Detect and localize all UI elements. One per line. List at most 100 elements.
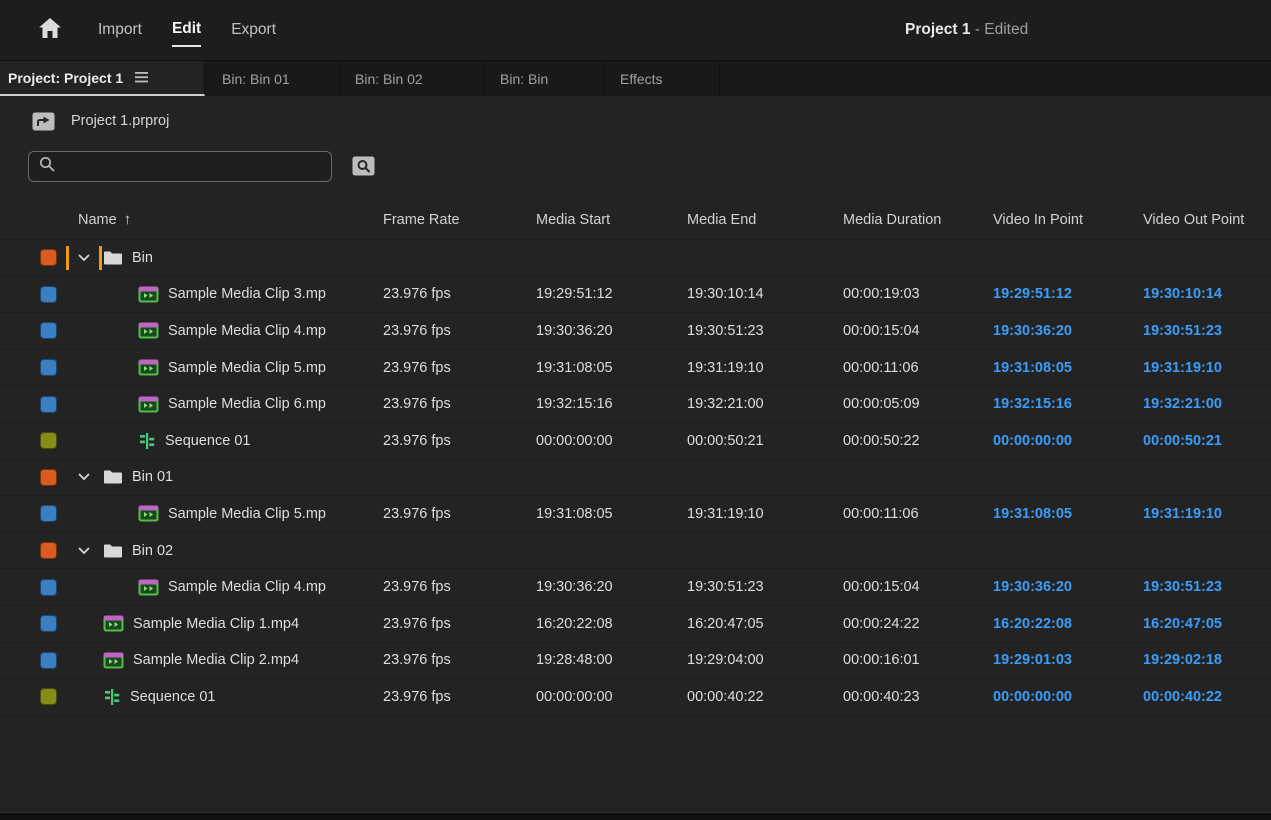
item-name[interactable]: Bin 01 (132, 469, 173, 485)
expand-chevron-icon[interactable] (69, 539, 99, 563)
item-name[interactable]: Sample Media Clip 5.mp (168, 506, 326, 522)
video-out-point-cell[interactable]: 19:31:19:10 (1143, 506, 1271, 522)
tab-bin-bin-02[interactable]: Bin: Bin 02 (340, 61, 485, 96)
label-color-chip[interactable] (40, 542, 57, 559)
bin-row[interactable]: Bin (0, 240, 1271, 277)
tab-bin-bin[interactable]: Bin: Bin (485, 61, 605, 96)
column-header-media-start[interactable]: Media Start (536, 212, 687, 228)
tab-edit[interactable]: Edit (172, 14, 201, 47)
video-in-point-cell[interactable]: 19:29:01:03 (993, 652, 1143, 668)
find-in-bin-icon[interactable] (352, 156, 375, 176)
label-color-chip[interactable] (40, 249, 57, 266)
tab-effects[interactable]: Effects (605, 61, 720, 96)
item-name[interactable]: Sample Media Clip 6.mp (168, 396, 326, 412)
bin-icon (103, 250, 123, 266)
sequence-row[interactable]: Sequence 0123.976 fps00:00:00:0000:00:40… (0, 679, 1271, 716)
video-out-point-cell[interactable]: 19:32:21:00 (1143, 396, 1271, 412)
bin-row[interactable]: Bin 02 (0, 533, 1271, 570)
video-in-point-cell[interactable]: 19:30:36:20 (993, 323, 1143, 339)
item-name[interactable]: Sequence 01 (130, 689, 215, 705)
item-name[interactable]: Sample Media Clip 3.mp (168, 286, 326, 302)
clip-row[interactable]: Sample Media Clip 4.mp23.976 fps19:30:36… (0, 313, 1271, 350)
label-color-chip[interactable] (40, 322, 57, 339)
expand-chevron-icon[interactable] (69, 246, 99, 270)
column-header-name[interactable]: Name ↑ (0, 211, 383, 228)
media-end-cell: 19:30:10:14 (687, 286, 843, 302)
label-color-chip[interactable] (40, 396, 57, 413)
video-out-point-cell[interactable]: 19:30:10:14 (1143, 286, 1271, 302)
item-name[interactable]: Sample Media Clip 2.mp4 (133, 652, 299, 668)
media-duration-cell: 00:00:11:06 (843, 360, 993, 376)
media-start-cell: 00:00:00:00 (536, 433, 687, 449)
video-out-point-cell[interactable]: 19:30:51:23 (1143, 323, 1271, 339)
video-in-point-cell[interactable]: 19:29:51:12 (993, 286, 1143, 302)
clip-row[interactable]: Sample Media Clip 2.mp423.976 fps19:28:4… (0, 643, 1271, 680)
chevron-spacer (69, 612, 99, 636)
column-header-video-in-point[interactable]: Video In Point (993, 212, 1143, 228)
item-name[interactable]: Sample Media Clip 4.mp (168, 323, 326, 339)
home-button[interactable] (38, 18, 64, 42)
media-duration-cell: 00:00:15:04 (843, 579, 993, 595)
video-out-point-cell[interactable]: 00:00:50:21 (1143, 433, 1271, 449)
breadcrumb[interactable]: Project 1.prproj (71, 113, 169, 129)
media-start-cell: 19:29:51:12 (536, 286, 687, 302)
clip-row[interactable]: Sample Media Clip 1.mp423.976 fps16:20:2… (0, 606, 1271, 643)
video-out-point-cell[interactable]: 00:00:40:22 (1143, 689, 1271, 705)
item-name[interactable]: Bin 02 (132, 543, 173, 559)
video-in-point-cell[interactable]: 00:00:00:00 (993, 433, 1143, 449)
tab-import[interactable]: Import (98, 15, 142, 46)
column-header-media-duration[interactable]: Media Duration (843, 212, 993, 228)
column-header-frame-rate[interactable]: Frame Rate (383, 212, 536, 228)
clip-row[interactable]: Sample Media Clip 5.mp23.976 fps19:31:08… (0, 350, 1271, 387)
video-in-point-cell[interactable]: 19:31:08:05 (993, 506, 1143, 522)
video-in-point-cell[interactable]: 00:00:00:00 (993, 689, 1143, 705)
media-end-cell: 19:32:21:00 (687, 396, 843, 412)
item-name[interactable]: Bin (132, 250, 153, 266)
tab-export[interactable]: Export (231, 15, 276, 46)
item-name[interactable]: Sample Media Clip 1.mp4 (133, 616, 299, 632)
tab-project-project-1[interactable]: Project: Project 1 (0, 61, 205, 96)
label-color-chip[interactable] (40, 505, 57, 522)
chevron-spacer (69, 685, 99, 709)
label-color-chip[interactable] (40, 652, 57, 669)
video-out-point-cell[interactable]: 19:29:02:18 (1143, 652, 1271, 668)
column-header-video-out-point[interactable]: Video Out Point (1143, 212, 1271, 228)
panel-menu-icon[interactable] (135, 72, 148, 83)
tab-bin-bin-01[interactable]: Bin: Bin 01 (205, 61, 340, 96)
name-cell: Sample Media Clip 4.mp (0, 575, 383, 599)
search-input[interactable] (63, 158, 321, 174)
navigate-up-icon[interactable] (32, 112, 55, 131)
chevron-spacer (69, 356, 99, 380)
item-name[interactable]: Sample Media Clip 5.mp (168, 360, 326, 376)
video-in-point-cell[interactable]: 16:20:22:08 (993, 616, 1143, 632)
item-name[interactable]: Sample Media Clip 4.mp (168, 579, 326, 595)
clip-row[interactable]: Sample Media Clip 3.mp23.976 fps19:29:51… (0, 277, 1271, 314)
label-color-chip[interactable] (40, 688, 57, 705)
clip-row[interactable]: Sample Media Clip 6.mp23.976 fps19:32:15… (0, 386, 1271, 423)
video-out-point-cell[interactable]: 16:20:47:05 (1143, 616, 1271, 632)
video-in-point-cell[interactable]: 19:30:36:20 (993, 579, 1143, 595)
item-name[interactable]: Sequence 01 (165, 433, 250, 449)
column-header-media-end[interactable]: Media End (687, 212, 843, 228)
label-color-chip[interactable] (40, 579, 57, 596)
label-color-chip[interactable] (40, 615, 57, 632)
media-start-cell: 00:00:00:00 (536, 689, 687, 705)
project-panel: Project 1.prproj Name ↑ F (0, 104, 1271, 820)
name-cell: Sample Media Clip 1.mp4 (0, 612, 383, 636)
label-color-chip[interactable] (40, 359, 57, 376)
bin-row[interactable]: Bin 01 (0, 460, 1271, 497)
clip-row[interactable]: Sample Media Clip 5.mp23.976 fps19:31:08… (0, 496, 1271, 533)
video-in-point-cell[interactable]: 19:31:08:05 (993, 360, 1143, 376)
label-color-chip[interactable] (40, 432, 57, 449)
video-out-point-cell[interactable]: 19:31:19:10 (1143, 360, 1271, 376)
search-box[interactable] (28, 151, 332, 182)
label-color-chip[interactable] (40, 469, 57, 486)
label-color-chip[interactable] (40, 286, 57, 303)
clip-icon (138, 359, 159, 376)
video-in-point-cell[interactable]: 19:32:15:16 (993, 396, 1143, 412)
clip-row[interactable]: Sample Media Clip 4.mp23.976 fps19:30:36… (0, 569, 1271, 606)
expand-chevron-icon[interactable] (69, 465, 99, 489)
name-cell: Sample Media Clip 6.mp (0, 392, 383, 416)
video-out-point-cell[interactable]: 19:30:51:23 (1143, 579, 1271, 595)
sequence-row[interactable]: Sequence 0123.976 fps00:00:00:0000:00:50… (0, 423, 1271, 460)
